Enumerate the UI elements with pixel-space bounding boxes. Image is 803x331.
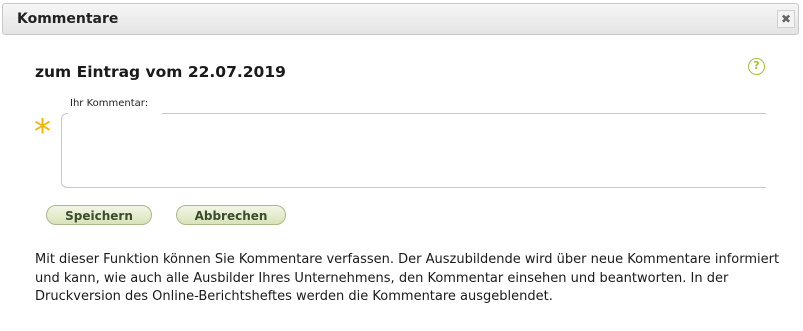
required-asterisk-icon: *	[34, 112, 51, 152]
info-text: Mit dieser Funktion können Sie Kommentar…	[35, 252, 780, 304]
dialog-title: Kommentare	[17, 11, 119, 27]
close-icon[interactable]: ✖	[777, 10, 795, 28]
label-gap	[68, 112, 162, 115]
help-icon[interactable]: ?	[748, 58, 765, 75]
entry-heading: zum Eintrag vom 22.07.2019	[35, 63, 286, 81]
save-button[interactable]: Speichern	[46, 205, 152, 225]
comment-textarea[interactable]	[61, 113, 766, 188]
comment-label: Ihr Kommentar:	[70, 98, 151, 109]
cancel-button[interactable]: Abbrechen	[176, 205, 286, 225]
dialog-titlebar: Kommentare ✖	[2, 3, 799, 35]
comment-dialog: Kommentare ✖ zum Eintrag vom 22.07.2019 …	[0, 0, 803, 331]
